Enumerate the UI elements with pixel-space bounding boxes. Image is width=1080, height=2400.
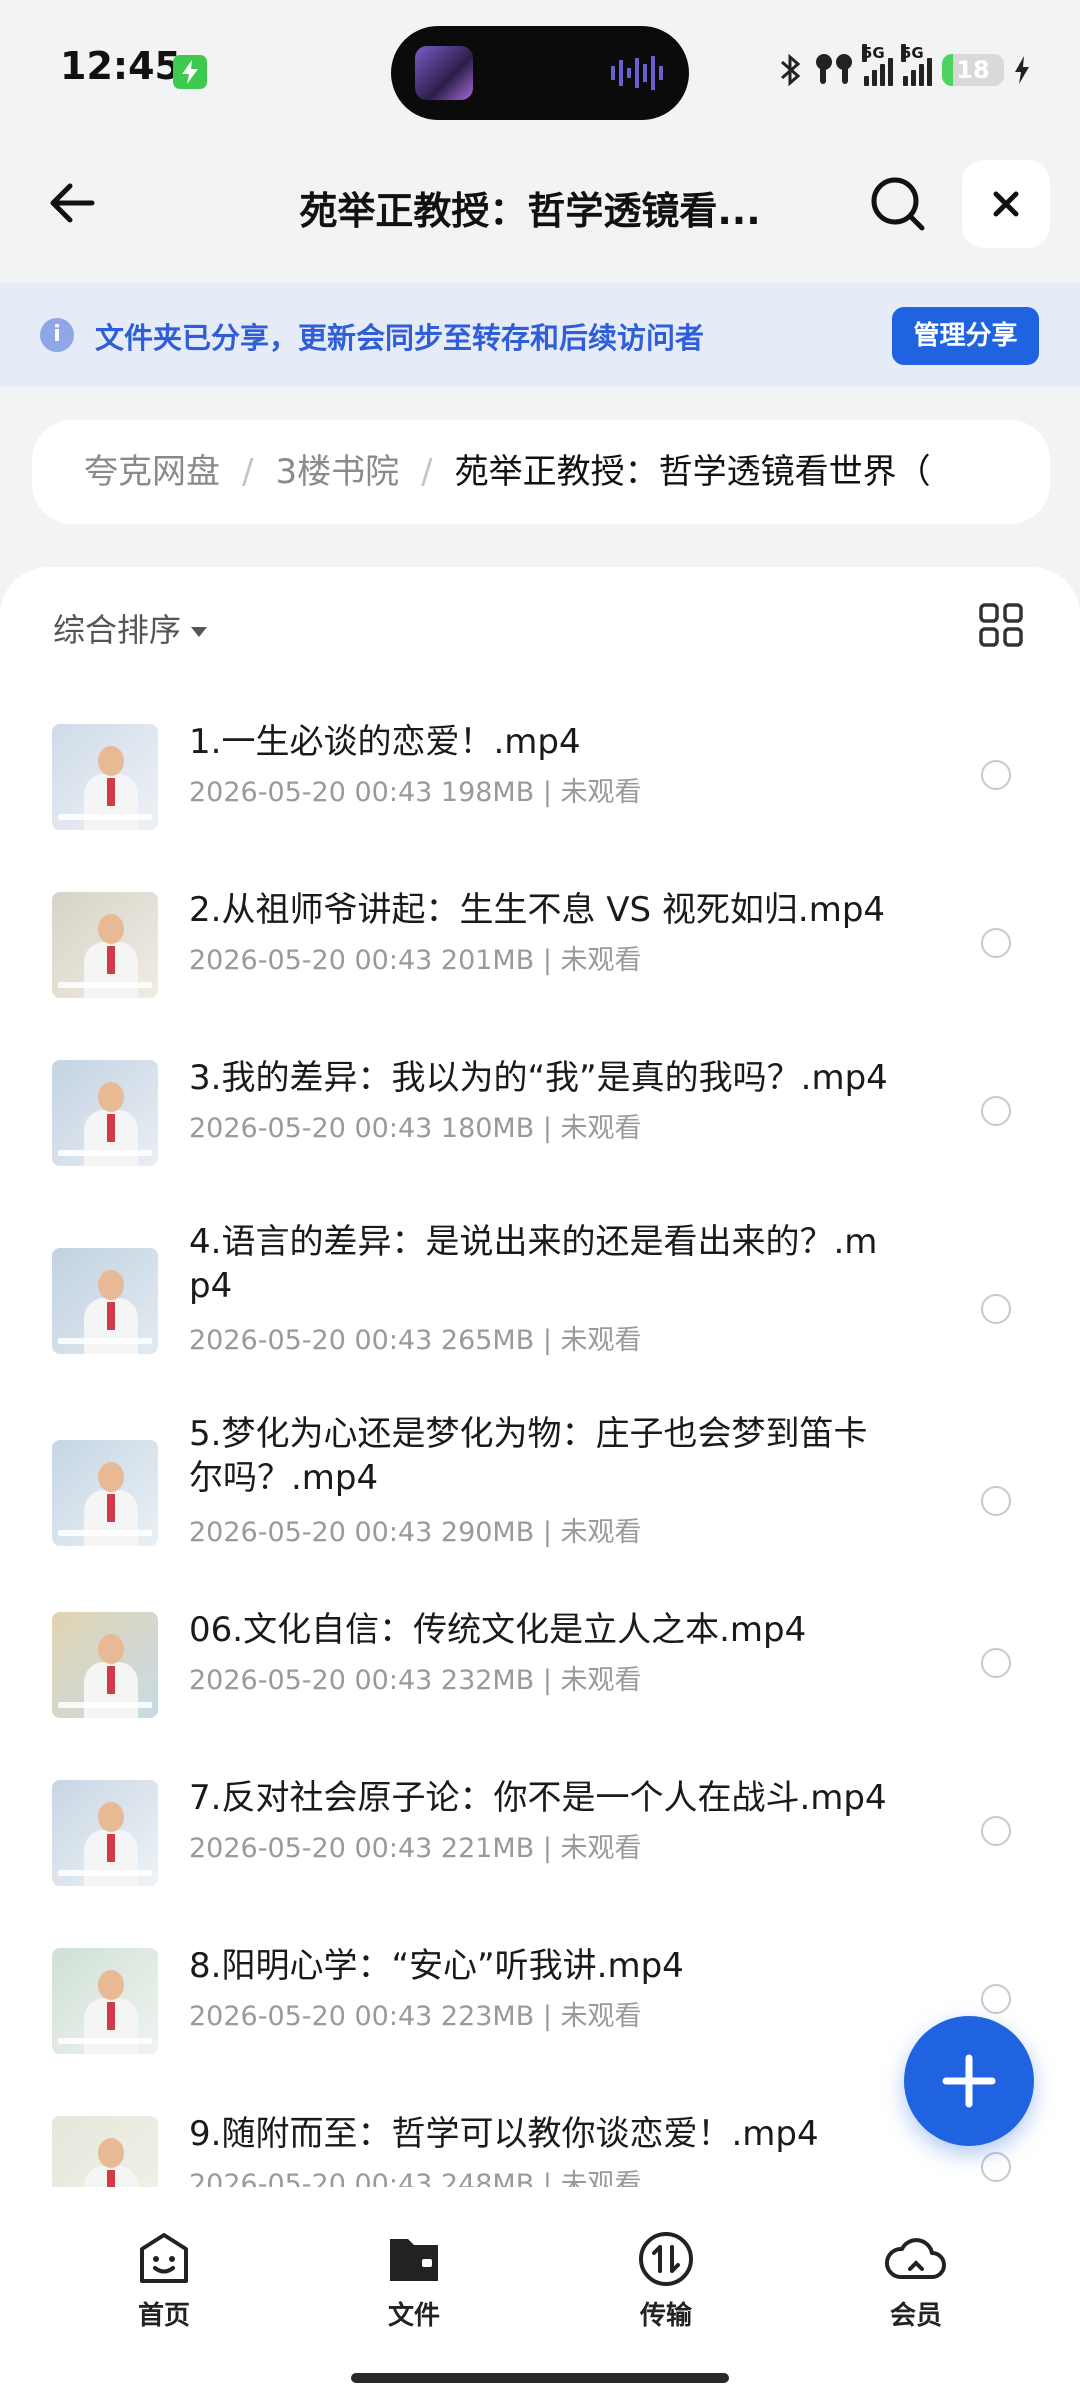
- file-list-item[interactable]: 1.一生必谈的恋爱！.mp4 2026-05-20 00:43 198MB | 未…: [0, 712, 1080, 852]
- nav-transfer[interactable]: 传输: [606, 2229, 726, 2332]
- select-radio[interactable]: [981, 1096, 1011, 1126]
- file-meta: 2026-05-20 00:43 265MB | 未观看: [189, 1325, 642, 1356]
- search-button[interactable]: [866, 172, 930, 236]
- earbuds-icon: [816, 54, 852, 84]
- sort-label: 综合排序: [53, 611, 182, 649]
- file-name: 2.从祖师爷讲起：生生不息 VS 视死如归.mp4: [189, 890, 886, 930]
- file-meta: 2026-05-20 00:43 223MB | 未观看: [189, 2001, 642, 2032]
- video-thumbnail: [52, 2116, 158, 2187]
- select-radio[interactable]: [981, 1648, 1011, 1678]
- charging-icon: [173, 55, 207, 89]
- home-indicator[interactable]: [351, 2373, 729, 2383]
- arrow-left-icon: [50, 183, 95, 223]
- breadcrumb-item-folder[interactable]: 3楼书院: [275, 452, 399, 492]
- back-button[interactable]: [40, 170, 106, 236]
- nav-home-label: 首页: [137, 2301, 190, 2331]
- folder-icon: [390, 2239, 438, 2281]
- grid-view-icon[interactable]: [978, 602, 1024, 648]
- page-title: 苑举正教授：哲学透镜看...: [299, 189, 761, 233]
- video-thumbnail: [52, 1612, 158, 1718]
- file-list-item[interactable]: 06.文化自信：传统文化是立人之本.mp4 2026-05-20 00:43 23…: [0, 1600, 1080, 1740]
- select-radio[interactable]: [981, 1816, 1011, 1846]
- battery-level: 18: [956, 56, 990, 84]
- network-type-label-2: 5G: [901, 44, 924, 62]
- bluetooth-icon: [781, 53, 801, 87]
- file-list-item[interactable]: 4.语言的差异：是说出来的还是看出来的？.mp4 2026-05-20 00:43…: [0, 1216, 1080, 1386]
- video-thumbnail: [52, 1440, 158, 1546]
- nav-transfer-label: 传输: [639, 2301, 692, 2331]
- select-radio[interactable]: [981, 760, 1011, 790]
- video-thumbnail: [52, 1780, 158, 1886]
- file-meta: 2026-05-20 00:43 221MB | 未观看: [189, 1833, 642, 1864]
- dynamic-island[interactable]: [391, 26, 689, 120]
- cloud-icon: [884, 2238, 946, 2279]
- charging-bolt-icon: [1015, 56, 1029, 84]
- file-name: 8.阳明心学：“安心”听我讲.mp4: [189, 1946, 684, 1986]
- file-name: 06.文化自信：传统文化是立人之本.mp4: [189, 1610, 807, 1650]
- audio-wave-icon: [611, 56, 663, 90]
- select-radio[interactable]: [981, 1984, 1011, 2014]
- nav-member-label: 会员: [889, 2301, 942, 2331]
- app-header: 苑举正教授：哲学透镜看...: [0, 150, 1080, 260]
- cellular-signal-icon: 5G: [862, 44, 893, 86]
- file-list-item[interactable]: 2.从祖师爷讲起：生生不息 VS 视死如归.mp4 2026-05-20 00:4…: [0, 880, 1080, 1020]
- file-meta: 2026-05-20 00:43 198MB | 未观看: [189, 777, 642, 808]
- video-thumbnail: [52, 724, 158, 830]
- nav-files-label: 文件: [387, 2301, 440, 2331]
- status-bar: 12:45 5G 5G 18: [0, 0, 1080, 140]
- file-list-item[interactable]: 3.我的差异：我以为的“我”是真的我吗？.mp4 2026-05-20 00:43…: [0, 1048, 1080, 1188]
- video-thumbnail: [52, 1248, 158, 1354]
- status-time: 12:45: [60, 44, 181, 88]
- plus-icon: [942, 2054, 996, 2108]
- file-name: 3.我的差异：我以为的“我”是真的我吗？.mp4: [189, 1058, 888, 1098]
- nav-member[interactable]: 会员: [856, 2229, 976, 2332]
- breadcrumb-item-current: 苑举正教授：哲学透镜看世界（: [454, 452, 931, 492]
- close-icon: [993, 191, 1019, 217]
- search-icon: [871, 177, 925, 231]
- file-meta: 2026-05-20 00:43 201MB | 未观看: [189, 945, 642, 976]
- nav-home[interactable]: 首页: [104, 2229, 224, 2332]
- cellular-signal-icon-2: 5G: [901, 44, 932, 86]
- file-list-item[interactable]: 5.梦化为心还是梦化为物：庄子也会梦到笛卡尔吗？.mp4 2026-05-20 0…: [0, 1408, 1080, 1578]
- select-radio[interactable]: [981, 1294, 1011, 1324]
- breadcrumb-item-root[interactable]: 夸克网盘: [84, 452, 220, 492]
- select-radio[interactable]: [981, 928, 1011, 958]
- sort-dropdown[interactable]: 综合排序: [53, 605, 208, 651]
- bottom-navigation: 首页 文件 传输 会员: [0, 2187, 1080, 2400]
- video-thumbnail: [52, 1948, 158, 2054]
- select-radio[interactable]: [981, 2152, 1011, 2182]
- battery-icon: 18: [942, 54, 1004, 86]
- add-button[interactable]: [904, 2016, 1034, 2146]
- manage-share-button[interactable]: 管理分享: [892, 307, 1039, 365]
- file-name: 7.反对社会原子论：你不是一个人在战斗.mp4: [189, 1778, 887, 1818]
- file-meta: 2026-05-20 00:43 290MB | 未观看: [189, 1517, 642, 1548]
- transfer-icon: [639, 2232, 693, 2286]
- file-meta: 2026-05-20 00:43 232MB | 未观看: [189, 1665, 642, 1696]
- video-thumbnail: [52, 892, 158, 998]
- file-meta: 2026-05-20 00:43 180MB | 未观看: [189, 1113, 642, 1144]
- breadcrumb-separator: /: [421, 452, 433, 492]
- file-name: 9.随附而至：哲学可以教你谈恋爱！.mp4: [189, 2114, 819, 2154]
- breadcrumb-separator: /: [242, 452, 254, 492]
- close-button[interactable]: [962, 160, 1050, 248]
- smile-face-icon: [140, 2233, 188, 2283]
- file-name: 1.一生必谈的恋爱！.mp4: [189, 722, 581, 762]
- info-icon: i: [40, 318, 74, 352]
- share-notice-text: 文件夹已分享，更新会同步至转存和后续访问者: [95, 321, 705, 355]
- video-thumbnail: [52, 1060, 158, 1166]
- breadcrumb: 夸克网盘 / 3楼书院 / 苑举正教授：哲学透镜看世界（: [32, 420, 1050, 524]
- nav-files[interactable]: 文件: [354, 2229, 474, 2332]
- now-playing-artwork: [415, 46, 473, 100]
- status-icons: 5G 5G 18: [778, 44, 1030, 92]
- file-name: 5.梦化为心还是梦化为物：庄子也会梦到笛卡尔吗？.mp4: [189, 1414, 868, 1498]
- file-name: 4.语言的差异：是说出来的还是看出来的？.mp4: [189, 1222, 878, 1306]
- caret-down-icon: [191, 627, 208, 637]
- file-list-panel: 综合排序 1.一生必谈的恋爱！.mp4 2026-05-20 00:43 198M…: [0, 567, 1080, 2187]
- network-type-label: 5G: [862, 44, 885, 62]
- file-list-item[interactable]: 7.反对社会原子论：你不是一个人在战斗.mp4 2026-05-20 00:43 …: [0, 1768, 1080, 1908]
- share-notice-banner: i 文件夹已分享，更新会同步至转存和后续访问者 管理分享: [0, 283, 1080, 387]
- select-radio[interactable]: [981, 1486, 1011, 1516]
- file-meta: 2026-05-20 00:43 248MB | 未观看: [189, 2169, 642, 2187]
